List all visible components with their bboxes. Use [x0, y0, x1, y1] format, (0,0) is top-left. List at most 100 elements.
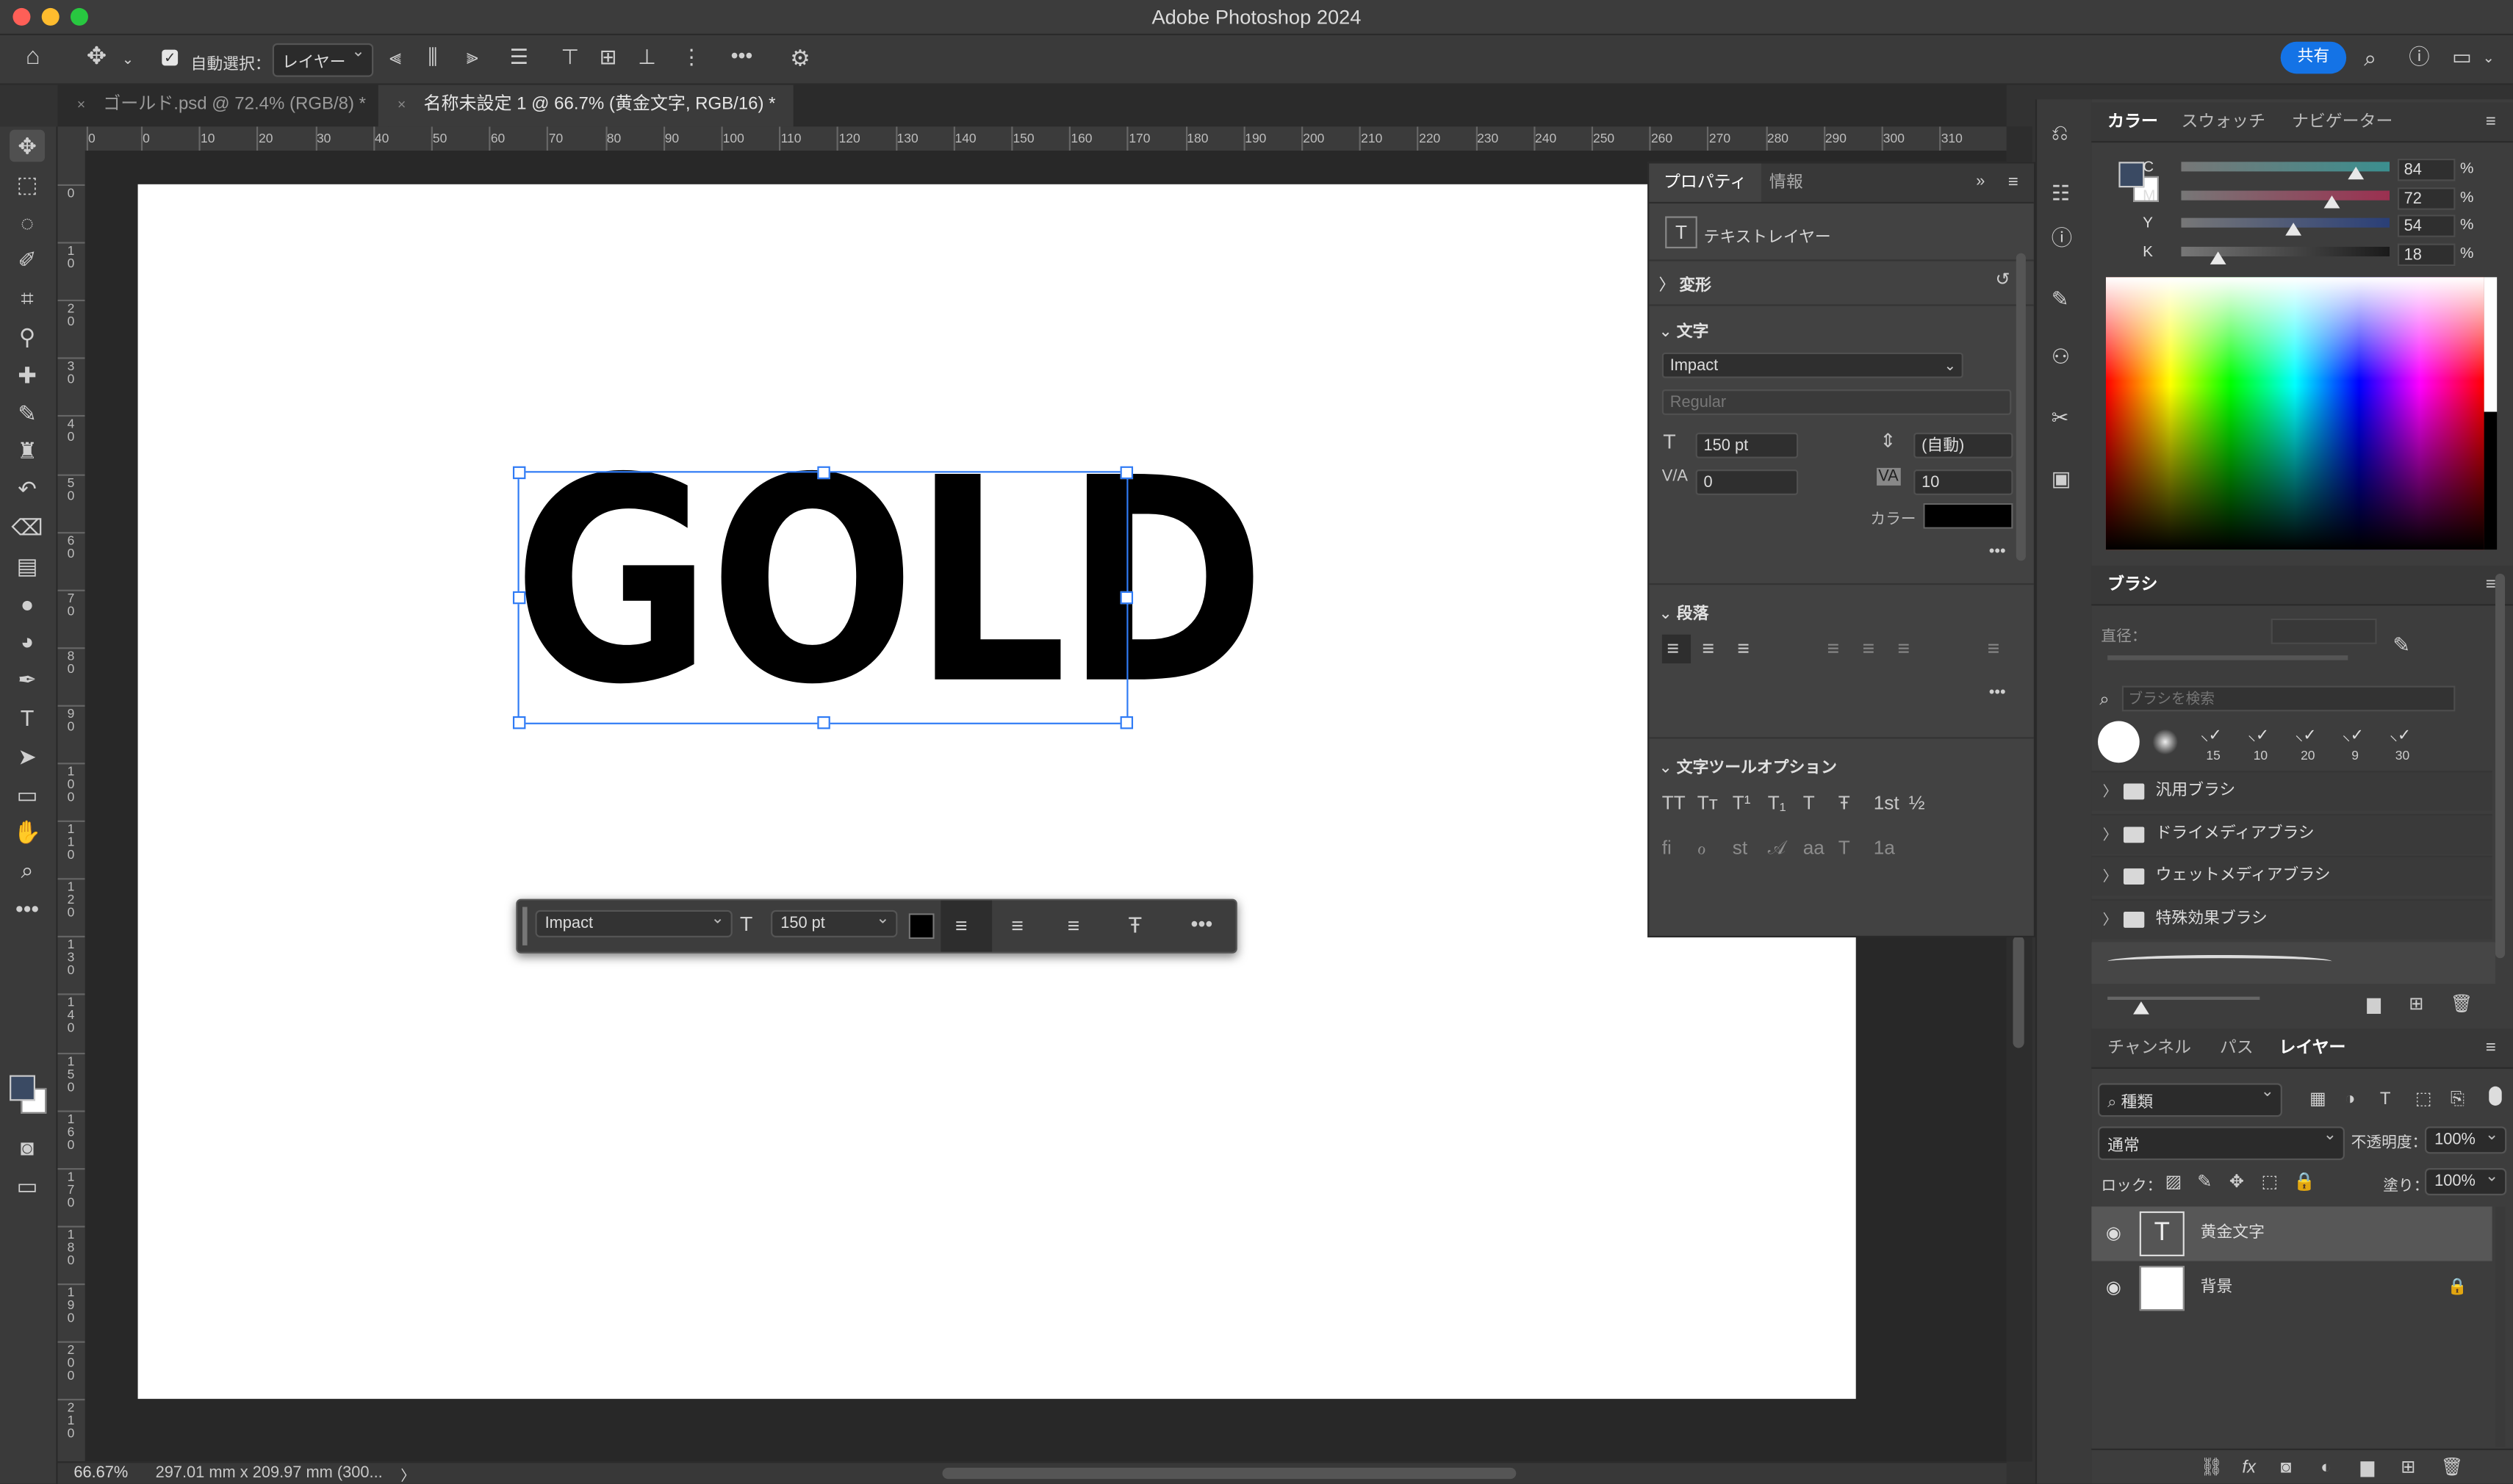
rectangle-tool-icon[interactable]: ▭ — [10, 778, 45, 810]
channel-value-field[interactable]: 18 — [2397, 242, 2456, 265]
tab-properties[interactable]: プロパティ — [1649, 163, 1761, 202]
new-layer-icon[interactable]: ⊞ — [2401, 1457, 2415, 1480]
tab-color[interactable]: カラー — [2095, 103, 2171, 141]
justify-center-icon[interactable]: ≡ — [1862, 637, 1874, 660]
lock-artboard-icon[interactable]: ⬚ — [2262, 1171, 2279, 1194]
tab-navigator[interactable]: ナビゲーター — [2279, 103, 2406, 141]
more-tools-icon[interactable]: ••• — [10, 893, 45, 925]
new-brush-preset-icon[interactable]: ✎ — [2392, 634, 2410, 658]
type-option-button[interactable]: aa — [1803, 837, 1824, 860]
delete-layer-icon[interactable]: 🗑 — [2441, 1457, 2463, 1480]
transform-bounding-box[interactable] — [512, 466, 1134, 730]
tab-paths[interactable]: パス — [2207, 1029, 2266, 1067]
transform-handle[interactable] — [512, 716, 526, 730]
eye-icon[interactable]: ◉ — [2106, 1261, 2121, 1316]
shape-filter-icon[interactable]: ⬚ — [2415, 1088, 2432, 1111]
panel-menu-icon[interactable]: ≡ — [2486, 574, 2496, 597]
more-paragraph-options-icon[interactable]: ••• — [1989, 682, 2006, 705]
blend-mode-dropdown[interactable]: 通常 — [2098, 1126, 2345, 1161]
channel-value-field[interactable]: 72 — [2397, 187, 2456, 209]
properties-scrollbar[interactable] — [2016, 253, 2026, 561]
align-right-icon[interactable]: ≡ — [1068, 914, 1080, 937]
screen-mode-icon[interactable]: ▭ — [10, 1170, 45, 1202]
auto-select-target-dropdown[interactable]: レイヤー — [272, 43, 373, 77]
taskbar-font-dropdown[interactable]: Impact — [535, 910, 733, 937]
align-top-icon[interactable]: ⊤ — [561, 46, 579, 69]
tool-presets-icon[interactable]: ✂ — [2052, 406, 2069, 430]
type-option-button[interactable]: 1st — [1874, 791, 1899, 814]
justify-right-icon[interactable]: ≡ — [1897, 637, 1910, 660]
clone-source-icon[interactable]: ⚇ — [2052, 345, 2070, 369]
taskbar-color-swatch[interactable] — [908, 913, 935, 940]
brush-folder[interactable]: 〉 ドライメディアブラシ — [2091, 813, 2492, 854]
brush-folder[interactable]: 〉 特殊効果ブラシ — [2091, 898, 2492, 939]
transform-handle[interactable] — [817, 716, 830, 730]
type-option-button[interactable]: TT — [1662, 791, 1686, 814]
brush-size-slider[interactable] — [2107, 996, 2260, 1001]
brush-tip-hard-round[interactable] — [2098, 721, 2140, 763]
layer-mask-icon[interactable]: ◙ — [2281, 1457, 2292, 1480]
type-option-button[interactable]: T¹ — [1733, 791, 1751, 814]
align-vcenter-icon[interactable]: ⊞ — [600, 46, 617, 69]
brush-tip[interactable]: ⸜✓ 30 — [2383, 721, 2421, 768]
taskbar-size-dropdown[interactable]: 150 pt — [771, 910, 898, 937]
align-hcenter-icon[interactable]: ⫼ — [428, 46, 437, 69]
opacity-field[interactable]: 100% — [2425, 1126, 2507, 1154]
section-character[interactable]: ⌄ 文字 — [1658, 317, 1708, 342]
quick-mask-icon[interactable]: ◙ — [10, 1131, 45, 1164]
brush-diameter-slider[interactable] — [2107, 655, 2348, 660]
path-select-icon[interactable]: ➤ — [10, 740, 45, 772]
dodge-icon[interactable]: ◕ — [10, 625, 45, 658]
panel-menu-icon[interactable]: ≡ — [2486, 110, 2496, 133]
font-size-field[interactable]: 150 pt — [1695, 432, 1799, 458]
brush-tip[interactable]: ⸜✓ 15 — [2194, 721, 2232, 768]
taskbar-more-button[interactable]: ••• — [1191, 912, 1213, 936]
brush-folder[interactable]: 〉 汎用ブラシ — [2091, 771, 2492, 811]
chevron-right-icon[interactable]: 〉 — [2103, 772, 2118, 810]
tab-info[interactable]: 情報 — [1755, 163, 1817, 201]
transform-handle[interactable] — [512, 466, 526, 480]
type-option-button[interactable]: 1a — [1874, 837, 1895, 860]
type-option-button[interactable]: ℴ — [1697, 837, 1706, 860]
zoom-tool-icon[interactable]: ⌕ — [10, 854, 45, 887]
color-spectrum[interactable] — [2105, 277, 2484, 550]
brush-tip[interactable]: ⸜✓ 10 — [2241, 721, 2279, 768]
channel-slider-thumb[interactable] — [2210, 251, 2227, 264]
justify-left-icon[interactable]: ≡ — [1827, 637, 1839, 660]
channel-slider[interactable] — [2181, 190, 2390, 200]
transform-handle[interactable] — [1120, 591, 1134, 605]
quick-select-icon[interactable]: ✐ — [10, 244, 45, 276]
justify-all-icon[interactable]: ≡ — [1988, 637, 2000, 660]
lock-image-icon[interactable]: ✎ — [2197, 1171, 2212, 1194]
history-brush-icon[interactable]: ↶ — [10, 473, 45, 505]
share-button[interactable]: 共有 — [2280, 41, 2347, 74]
tab-layers[interactable]: レイヤー — [2266, 1029, 2359, 1067]
type-option-button[interactable]: ﬁ — [1662, 837, 1672, 860]
pen-icon[interactable]: ✒ — [10, 663, 45, 696]
document-canvas[interactable] — [137, 184, 1856, 1400]
distribute-vertical-icon[interactable]: ⋮ — [681, 46, 702, 69]
channel-slider-thumb[interactable] — [2323, 195, 2340, 208]
workspace-icon[interactable]: ▭ — [2452, 46, 2472, 69]
chevron-down-icon[interactable]: ⌄ — [122, 48, 134, 71]
brush-size-thumb[interactable] — [2133, 1001, 2149, 1015]
history-panel-icon[interactable]: ⎌ — [2052, 121, 2068, 145]
align-right-icon[interactable]: ≡ — [1737, 637, 1750, 660]
tab-swatches[interactable]: スウォッチ — [2168, 103, 2278, 141]
brush-settings-icon[interactable]: ✎ — [2052, 288, 2069, 311]
marquee-tool-icon[interactable]: ⬚ — [10, 168, 45, 201]
adjustments-panel-icon[interactable]: ☷ — [2052, 182, 2070, 206]
panel-menu-icon[interactable]: ≡ — [2008, 171, 2018, 194]
gradient-icon[interactable]: ▤ — [10, 550, 45, 582]
leading-field[interactable]: (自動) — [1913, 432, 2013, 458]
workspace-chevron-icon[interactable]: ⌄ — [2483, 46, 2495, 69]
type-options-icon[interactable]: Ŧ — [1128, 913, 1142, 936]
align-right-icon[interactable]: ⫸ — [467, 46, 478, 69]
channel-value-field[interactable]: 54 — [2397, 215, 2456, 237]
layer-kind-filter[interactable]: ⌕ 種類 — [2098, 1083, 2282, 1117]
info-panel-icon[interactable]: ⓘ — [2052, 227, 2072, 251]
tab-untitled-1[interactable]: × 名称未設定 1 @ 66.7% (黄金文字, RGB/16) * — [378, 84, 794, 127]
pixel-layer-filter-icon[interactable]: ▦ — [2309, 1088, 2326, 1111]
group-folder-icon[interactable]: ▆ — [2361, 1457, 2374, 1480]
layer-name[interactable]: 黄金文字 — [2201, 1206, 2265, 1261]
